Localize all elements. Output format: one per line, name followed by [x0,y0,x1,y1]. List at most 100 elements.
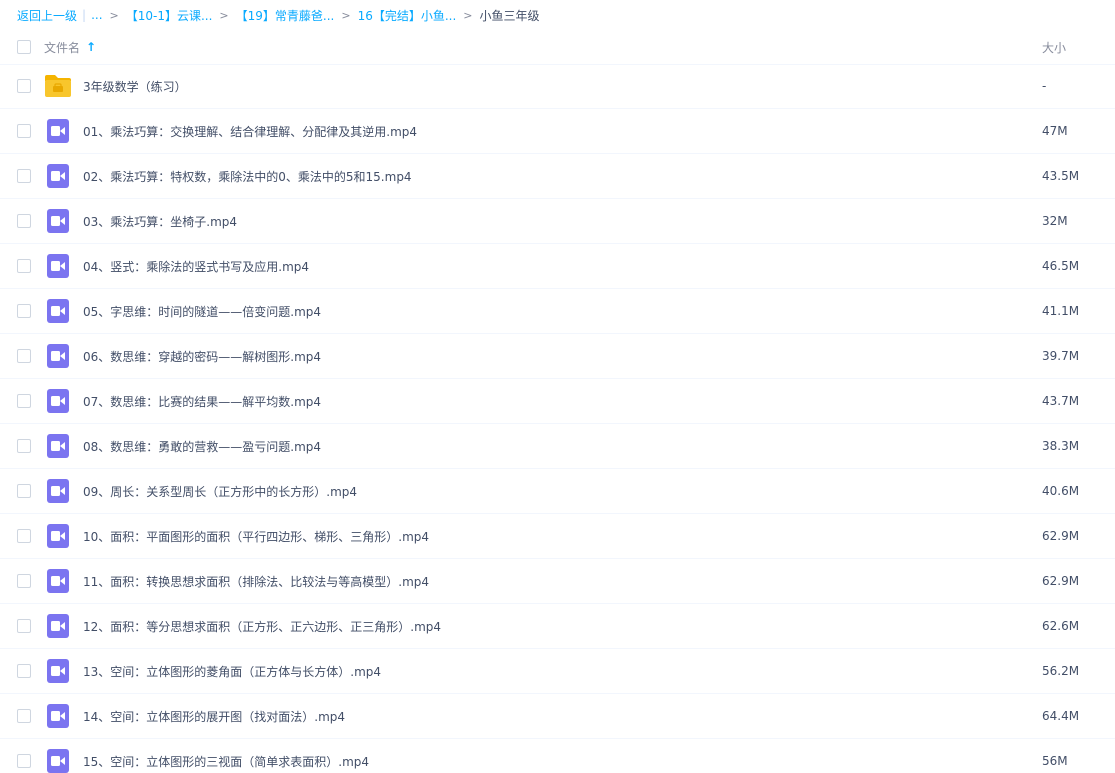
video-file-icon [47,254,69,278]
file-name[interactable]: 09、周长：关系型周长（正方形中的长方形）.mp4 [83,469,357,513]
file-size: 62.9M [1042,574,1080,588]
row-checkbox[interactable] [17,664,31,678]
file-row[interactable]: 11、面积：转换思想求面积（排除法、比较法与等高模型）.mp4 62.9M [0,559,1115,604]
breadcrumb-divider: | [82,8,87,22]
file-size: 47M [1042,124,1068,138]
file-name[interactable]: 02、乘法巧算：特权数，乘除法中的0、乘法中的5和15.mp4 [83,154,412,198]
select-all-checkbox[interactable] [17,40,31,54]
row-checkbox[interactable] [17,619,31,633]
row-checkbox[interactable] [17,574,31,588]
file-row[interactable]: 07、数思维：比赛的结果——解平均数.mp4 43.7M [0,379,1115,424]
file-row[interactable]: 12、面积：等分思想求面积（正方形、正六边形、正三角形）.mp4 62.6M [0,604,1115,649]
chevron-right-icon: > [341,8,351,22]
breadcrumb-item-2[interactable]: 【19】常青藤爸... [236,7,335,24]
file-name[interactable]: 04、竖式：乘除法的竖式书写及应用.mp4 [83,244,309,288]
video-file-icon [47,299,69,323]
file-name[interactable]: 01、乘法巧算：交换理解、结合律理解、分配律及其逆用.mp4 [83,109,417,153]
file-row[interactable]: 05、字思维：时间的隧道——倍变问题.mp4 41.1M [0,289,1115,334]
file-size: 32M [1042,214,1068,228]
file-list: 3年级数学（练习） - 01、乘法巧算：交换理解、结合律理解、分配律及其逆用.mp4… [0,64,1115,773]
column-header-name[interactable]: 文件名 ↑ [44,30,96,64]
file-name[interactable]: 15、空间：立体图形的三视面（简单求表面积）.mp4 [83,739,369,773]
folder-icon [44,73,72,99]
video-file-icon [47,209,69,233]
file-row[interactable]: 06、数思维：穿越的密码——解树图形.mp4 39.7M [0,334,1115,379]
file-size: 64.4M [1042,709,1080,723]
chevron-right-icon: > [219,8,229,22]
file-row[interactable]: 03、乘法巧算：坐椅子.mp4 32M [0,199,1115,244]
row-checkbox[interactable] [17,394,31,408]
column-header-size[interactable]: 大小 [1042,30,1066,64]
file-name[interactable]: 03、乘法巧算：坐椅子.mp4 [83,199,237,243]
file-size: 46.5M [1042,259,1080,273]
breadcrumb-item-1[interactable]: 【10-1】云课... [126,7,213,24]
row-checkbox[interactable] [17,484,31,498]
file-name[interactable]: 08、数思维：勇敢的营救——盈亏问题.mp4 [83,424,321,468]
file-row[interactable]: 3年级数学（练习） - [0,64,1115,109]
file-name[interactable]: 13、空间：立体图形的菱角面（正方体与长方体）.mp4 [83,649,381,693]
video-file-icon [47,164,69,188]
breadcrumb-current: 小鱼三年级 [479,8,540,23]
file-name[interactable]: 07、数思维：比赛的结果——解平均数.mp4 [83,379,321,423]
row-checkbox[interactable] [17,709,31,723]
video-file-icon [47,614,69,638]
file-size: 56M [1042,754,1068,768]
video-file-icon [47,659,69,683]
back-link[interactable]: 返回上一级 [17,7,77,24]
file-size: 40.6M [1042,484,1080,498]
breadcrumb: 返回上一级 | ... > 【10-1】云课... > 【19】常青藤爸... … [17,0,540,30]
chevron-right-icon: > [109,8,119,22]
column-name-label: 文件名 [44,40,81,55]
file-row[interactable]: 09、周长：关系型周长（正方形中的长方形）.mp4 40.6M [0,469,1115,514]
file-size: - [1042,79,1047,93]
row-checkbox[interactable] [17,79,31,93]
file-size: 41.1M [1042,304,1080,318]
file-row[interactable]: 14、空间：立体图形的展开图（找对面法）.mp4 64.4M [0,694,1115,739]
video-file-icon [47,749,69,773]
file-row[interactable]: 08、数思维：勇敢的营救——盈亏问题.mp4 38.3M [0,424,1115,469]
file-name[interactable]: 06、数思维：穿越的密码——解树图形.mp4 [83,334,321,378]
file-size: 43.7M [1042,394,1080,408]
file-row[interactable]: 01、乘法巧算：交换理解、结合律理解、分配律及其逆用.mp4 47M [0,109,1115,154]
file-browser: 返回上一级 | ... > 【10-1】云课... > 【19】常青藤爸... … [0,0,1115,773]
table-header: 文件名 ↑ 大小 [0,30,1115,65]
breadcrumb-item-3[interactable]: 16【完结】小鱼... [358,7,457,24]
video-file-icon [47,479,69,503]
file-size: 39.7M [1042,349,1080,363]
row-checkbox[interactable] [17,259,31,273]
row-checkbox[interactable] [17,304,31,318]
file-name[interactable]: 12、面积：等分思想求面积（正方形、正六边形、正三角形）.mp4 [83,604,441,648]
sort-ascending-icon[interactable]: ↑ [86,40,96,54]
file-size: 62.9M [1042,529,1080,543]
file-row[interactable]: 13、空间：立体图形的菱角面（正方体与长方体）.mp4 56.2M [0,649,1115,694]
row-checkbox[interactable] [17,349,31,363]
row-checkbox[interactable] [17,214,31,228]
video-file-icon [47,704,69,728]
breadcrumb-ellipsis[interactable]: ... [91,8,102,22]
row-checkbox[interactable] [17,439,31,453]
chevron-right-icon: > [463,8,473,22]
video-file-icon [47,344,69,368]
row-checkbox[interactable] [17,529,31,543]
file-name[interactable]: 05、字思维：时间的隧道——倍变问题.mp4 [83,289,321,333]
file-name[interactable]: 10、面积：平面图形的面积（平行四边形、梯形、三角形）.mp4 [83,514,429,558]
video-file-icon [47,434,69,458]
file-name[interactable]: 3年级数学（练习） [83,64,187,108]
file-row[interactable]: 10、面积：平面图形的面积（平行四边形、梯形、三角形）.mp4 62.9M [0,514,1115,559]
file-size: 43.5M [1042,169,1080,183]
video-file-icon [47,389,69,413]
file-row[interactable]: 02、乘法巧算：特权数，乘除法中的0、乘法中的5和15.mp4 43.5M [0,154,1115,199]
file-name[interactable]: 11、面积：转换思想求面积（排除法、比较法与等高模型）.mp4 [83,559,429,603]
file-row[interactable]: 04、竖式：乘除法的竖式书写及应用.mp4 46.5M [0,244,1115,289]
file-size: 62.6M [1042,619,1080,633]
row-checkbox[interactable] [17,169,31,183]
row-checkbox[interactable] [17,754,31,768]
video-file-icon [47,524,69,548]
file-name[interactable]: 14、空间：立体图形的展开图（找对面法）.mp4 [83,694,345,738]
file-size: 56.2M [1042,664,1080,678]
file-size: 38.3M [1042,439,1080,453]
video-file-icon [47,569,69,593]
row-checkbox[interactable] [17,124,31,138]
video-file-icon [47,119,69,143]
file-row[interactable]: 15、空间：立体图形的三视面（简单求表面积）.mp4 56M [0,739,1115,773]
